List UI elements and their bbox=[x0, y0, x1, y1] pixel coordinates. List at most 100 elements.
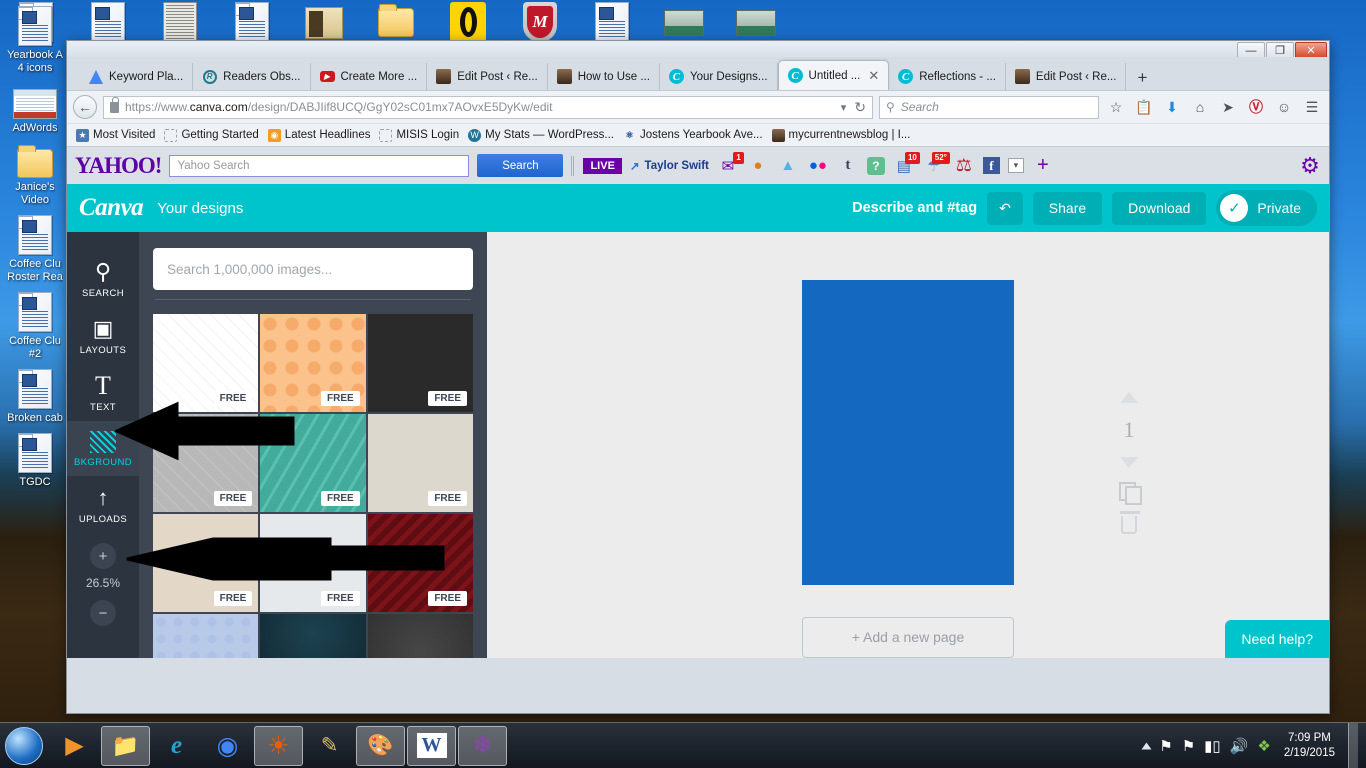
bookmark-star-icon[interactable]: ☆ bbox=[1105, 96, 1127, 118]
share-button[interactable]: Share bbox=[1032, 191, 1103, 225]
undo-button[interactable]: ↶ bbox=[987, 191, 1023, 225]
signal-icon[interactable]: ▮▯ bbox=[1204, 737, 1221, 755]
news-icon[interactable]: ▤ 10 bbox=[893, 151, 920, 177]
canva-logo[interactable]: Canva bbox=[79, 194, 144, 222]
mail-icon[interactable]: ✉ 1 bbox=[717, 151, 744, 177]
taskbar-chrome[interactable]: ◉ bbox=[203, 726, 252, 766]
flickr-icon[interactable]: ● ● bbox=[807, 155, 829, 177]
sidebar-item-text[interactable]: T TEXT bbox=[67, 364, 139, 421]
desktop-icon[interactable] bbox=[288, 0, 360, 44]
delete-page-icon[interactable] bbox=[1120, 511, 1140, 534]
bookmark-mycurrentnewsblog[interactable]: mycurrentnewsblog | I... bbox=[771, 128, 910, 142]
background-thumbnail[interactable]: FREE bbox=[260, 514, 366, 612]
desktop-icon[interactable] bbox=[72, 0, 144, 44]
reload-icon[interactable]: ↻ bbox=[854, 99, 866, 116]
background-thumbnail[interactable]: FREE bbox=[260, 614, 366, 658]
yahoo-search-input[interactable]: Yahoo Search bbox=[169, 154, 470, 177]
tab-edit-post-2[interactable]: Edit Post ‹ Re... bbox=[1006, 63, 1127, 90]
pinterest-icon[interactable]: Ⓥ bbox=[1245, 96, 1267, 118]
taskbar-file-explorer[interactable]: 📁 bbox=[101, 725, 150, 766]
desktop-icon-coffee-roster[interactable]: Coffee Clu Roster Rea bbox=[0, 207, 70, 284]
taskbar-clock[interactable]: 7:09 PM 2/19/2015 bbox=[1280, 731, 1339, 761]
background-thumbnail[interactable]: FREE bbox=[153, 614, 259, 658]
yahoo-search-button[interactable]: Search bbox=[477, 154, 564, 177]
move-page-down-icon[interactable] bbox=[1120, 457, 1138, 468]
tab-keyword-planner[interactable]: Keyword Pla... bbox=[79, 63, 194, 90]
desktop-icon-yearbook[interactable]: Yearbook A4 icons bbox=[0, 0, 70, 75]
background-thumbnail[interactable]: FREE bbox=[367, 414, 473, 512]
background-thumbnail[interactable]: FREE bbox=[367, 314, 473, 412]
action-center-icon[interactable]: ⚑ bbox=[1182, 737, 1195, 755]
taskbar-firefox[interactable]: ☀ bbox=[254, 725, 303, 766]
taskbar-internet-explorer[interactable]: e bbox=[152, 726, 201, 766]
privacy-toggle[interactable]: ✓ Private bbox=[1216, 190, 1317, 226]
background-thumbnail[interactable]: FREE bbox=[153, 414, 259, 512]
background-thumbnail[interactable]: FREE bbox=[260, 314, 366, 412]
volume-icon[interactable]: 🔊 bbox=[1230, 737, 1249, 755]
bookmarks-icon[interactable]: ⚖ bbox=[953, 155, 975, 177]
desktop-icon[interactable]: M bbox=[504, 0, 576, 44]
bookmark-latest-headlines[interactable]: ◉ Latest Headlines bbox=[267, 128, 370, 142]
tab-how-to-use[interactable]: How to Use ... bbox=[548, 63, 660, 90]
dropbox-icon[interactable]: ❖ bbox=[1257, 737, 1270, 755]
background-thumbnail[interactable]: FREE bbox=[260, 414, 366, 512]
zoom-out-button[interactable]: − bbox=[90, 600, 116, 626]
desktop-icon[interactable] bbox=[144, 0, 216, 44]
chevron-down-icon[interactable]: ▾ bbox=[841, 101, 847, 114]
bookmark-most-visited[interactable]: ★ Most Visited bbox=[76, 128, 155, 142]
weather-icon[interactable]: ☂ 52° bbox=[923, 151, 950, 177]
tab-your-designs[interactable]: C Your Designs... bbox=[660, 63, 778, 90]
chat-icon[interactable]: ☺ bbox=[1273, 96, 1295, 118]
basketball-icon[interactable]: ● bbox=[747, 155, 769, 177]
show-hidden-icon[interactable] bbox=[1141, 742, 1152, 749]
zoom-in-button[interactable]: + bbox=[90, 543, 116, 569]
background-thumbnail[interactable]: FREE bbox=[367, 514, 473, 612]
taskbar-paint[interactable]: 🎨 bbox=[356, 725, 405, 766]
download-button[interactable]: Download bbox=[1112, 191, 1207, 225]
show-desktop-button[interactable] bbox=[1348, 722, 1358, 768]
facebook-icon[interactable]: f bbox=[982, 157, 1000, 174]
background-thumbnail[interactable]: FREE bbox=[153, 514, 259, 612]
browser-search-box[interactable]: ⚲ Search bbox=[879, 95, 1099, 119]
desktop-icon-adwords[interactable]: AdWords bbox=[0, 75, 70, 135]
tab-edit-post-1[interactable]: Edit Post ‹ Re... bbox=[427, 63, 548, 90]
design-canvas-area[interactable]: + Add a new page 1 Need help? bbox=[487, 232, 1329, 658]
tab-readers-obs[interactable]: R Readers Obs... bbox=[193, 63, 311, 90]
sidebar-item-layouts[interactable]: ▣ LAYOUTS bbox=[67, 307, 139, 364]
taskbar-media-player[interactable]: ▶ bbox=[50, 726, 99, 766]
design-page-thumbnail[interactable] bbox=[802, 280, 1014, 585]
send-tab-icon[interactable]: ➤ bbox=[1217, 96, 1239, 118]
desktop-icon-janices-video[interactable]: Janice's Video bbox=[0, 135, 70, 207]
taskbar-picasa[interactable]: ❄ bbox=[458, 725, 507, 766]
hamburger-menu-icon[interactable]: ☰ bbox=[1301, 96, 1323, 118]
taskbar-word[interactable]: W bbox=[407, 725, 456, 766]
duplicate-page-icon[interactable] bbox=[1119, 482, 1142, 505]
background-thumbnail[interactable]: FREE bbox=[367, 614, 473, 658]
sidebar-item-search[interactable]: ⚲ SEARCH bbox=[67, 250, 139, 307]
home-icon[interactable]: ⌂ bbox=[1189, 96, 1211, 118]
your-designs-link[interactable]: Your designs bbox=[157, 200, 243, 217]
yahoo-logo[interactable]: YAHOO! bbox=[75, 153, 162, 179]
dropdown-icon[interactable]: ▾ bbox=[1007, 158, 1024, 173]
bookmark-getting-started[interactable]: Getting Started bbox=[164, 128, 259, 142]
reading-list-icon[interactable]: 📋 bbox=[1133, 96, 1155, 118]
settings-gear-icon[interactable]: ⚙ bbox=[1299, 153, 1321, 178]
close-icon[interactable]: ✕ bbox=[868, 68, 879, 84]
back-arrow-icon[interactable]: ← bbox=[73, 95, 97, 119]
bookmark-my-stats-wordpress[interactable]: W My Stats — WordPress... bbox=[468, 128, 614, 142]
new-tab-button[interactable]: + bbox=[1126, 66, 1158, 90]
taskbar-onenote[interactable]: ✎ bbox=[305, 726, 354, 766]
add-icon[interactable]: + bbox=[1032, 154, 1054, 177]
describe-and-tag-button[interactable]: Describe and #tag bbox=[852, 200, 977, 216]
add-new-page-button[interactable]: + Add a new page bbox=[802, 616, 1014, 658]
image-search-input[interactable]: Search 1,000,000 images... bbox=[153, 248, 473, 290]
tab-untitled-active[interactable]: C Untitled ... ✕ bbox=[777, 60, 890, 90]
need-help-button[interactable]: Need help? bbox=[1225, 620, 1329, 658]
sidebar-item-uploads[interactable]: ↑ UPLOADS bbox=[67, 476, 139, 533]
finance-icon[interactable]: ▲ bbox=[777, 155, 799, 177]
bookmark-misis-login[interactable]: MISIS Login bbox=[379, 128, 459, 142]
start-button[interactable] bbox=[0, 724, 48, 768]
live-badge[interactable]: LIVE bbox=[583, 157, 622, 174]
move-page-up-icon[interactable] bbox=[1120, 392, 1138, 403]
desktop-icon[interactable] bbox=[360, 0, 432, 44]
